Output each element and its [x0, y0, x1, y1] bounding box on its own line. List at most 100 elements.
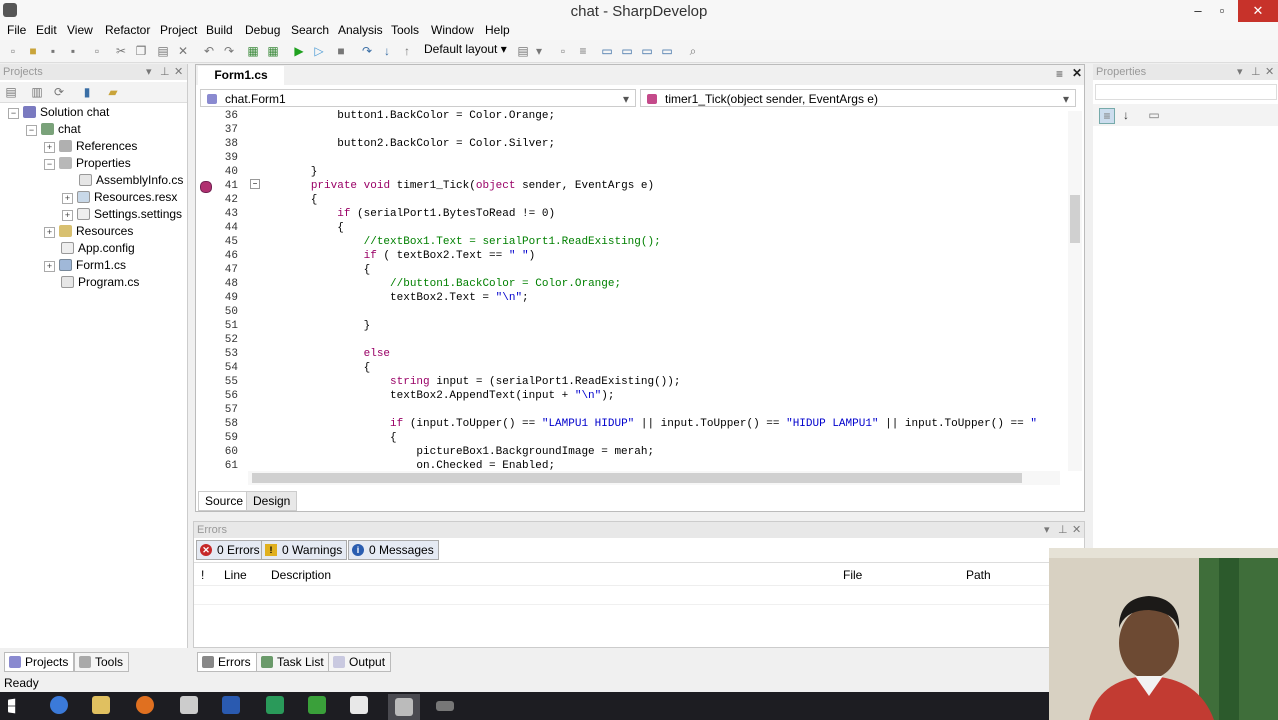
- bookmark-prev-icon[interactable]: ▭: [600, 44, 614, 58]
- tab-design[interactable]: Design: [246, 491, 298, 511]
- tree-item-settings[interactable]: + Settings.settings: [62, 206, 182, 223]
- tab-tools[interactable]: Tools: [74, 652, 130, 672]
- menu-window[interactable]: Window: [431, 23, 474, 37]
- tree-item-appconfig[interactable]: App.config: [61, 240, 135, 257]
- expand-icon[interactable]: +: [62, 193, 73, 204]
- column-header-file[interactable]: File: [843, 568, 862, 582]
- unpin-icon[interactable]: ⊥: [160, 64, 170, 80]
- code-text[interactable]: if ( textBox2.Text == " "): [258, 249, 536, 263]
- code-text[interactable]: {: [258, 193, 318, 207]
- menu-build[interactable]: Build: [206, 23, 233, 37]
- unpin-icon[interactable]: ⊥: [1058, 522, 1068, 538]
- step-over-icon[interactable]: ↷: [360, 44, 374, 58]
- tab-task-list[interactable]: Task List: [256, 652, 330, 672]
- code-text[interactable]: button1.BackColor = Color.Orange;: [258, 109, 555, 123]
- alphabetical-icon[interactable]: ↓: [1119, 108, 1133, 122]
- menu-edit[interactable]: Edit: [36, 23, 57, 37]
- toggle-bookmark-icon[interactable]: ▫: [556, 44, 570, 58]
- properties-icon[interactable]: ▤: [4, 85, 18, 99]
- horizontal-scroll-thumb[interactable]: [252, 473, 1022, 483]
- show-all-files-icon[interactable]: ▮: [80, 85, 94, 99]
- copy-icon[interactable]: ❐: [134, 44, 148, 58]
- messages-filter-button[interactable]: i 0 Messages: [348, 540, 439, 560]
- code-text[interactable]: private void timer1_Tick(object sender, …: [258, 179, 654, 193]
- tree-item-form1[interactable]: + Form1.cs: [44, 257, 126, 274]
- tab-output[interactable]: Output: [328, 652, 392, 672]
- bookmark-list-icon[interactable]: ▭: [660, 44, 674, 58]
- class-combo[interactable]: chat.Form1 ▾: [200, 89, 636, 107]
- close-button[interactable]: ✕: [1238, 0, 1278, 22]
- code-text[interactable]: //button1.BackColor = Color.Orange;: [258, 277, 621, 291]
- tree-item-resources-resx[interactable]: + Resources.resx: [62, 189, 177, 206]
- code-text[interactable]: string input = (serialPort1.ReadExisting…: [258, 375, 680, 389]
- fold-marker-icon[interactable]: −: [250, 179, 260, 189]
- collapse-all-icon[interactable]: ▥: [30, 85, 44, 99]
- unpin-icon[interactable]: ⊥: [1251, 64, 1261, 80]
- tree-item-solution[interactable]: − Solution chat: [8, 104, 109, 121]
- delete-icon[interactable]: ✕: [176, 44, 190, 58]
- format-icon[interactable]: ≡: [576, 44, 590, 58]
- close-icon[interactable]: ✕: [174, 64, 183, 80]
- tab-form1[interactable]: Form1.cs: [198, 66, 284, 85]
- code-text[interactable]: if (serialPort1.BytesToRead != 0): [258, 207, 555, 221]
- undo-icon[interactable]: ↶: [202, 44, 216, 58]
- pin-icon[interactable]: ▾: [1044, 522, 1050, 538]
- categorized-icon[interactable]: ≡: [1099, 108, 1115, 124]
- tab-errors[interactable]: Errors: [197, 652, 257, 672]
- code-text[interactable]: button2.BackColor = Color.Silver;: [258, 137, 555, 151]
- menu-tools[interactable]: Tools: [391, 23, 419, 37]
- errors-filter-button[interactable]: ✕ 0 Errors: [196, 540, 265, 560]
- column-header-path[interactable]: Path: [966, 568, 991, 582]
- code-editor[interactable]: 36 button1.BackColor = Color.Orange; 37 38…: [198, 109, 1068, 473]
- rebuild-icon[interactable]: ▦: [266, 44, 280, 58]
- menu-file[interactable]: File: [7, 23, 26, 37]
- code-text[interactable]: textBox2.Text = "\n";: [258, 291, 529, 305]
- member-combo[interactable]: timer1_Tick(object sender, EventArgs e) …: [640, 89, 1076, 107]
- redo-icon[interactable]: ↷: [222, 44, 236, 58]
- find-icon[interactable]: ⌕: [686, 44, 700, 58]
- vertical-scroll-thumb[interactable]: [1070, 195, 1080, 243]
- run-without-debugger-icon[interactable]: ▷: [312, 44, 326, 58]
- sharpdevelop-taskbar-item[interactable]: [388, 694, 420, 720]
- notepad-icon[interactable]: [180, 696, 198, 714]
- stop-icon[interactable]: ■: [334, 44, 348, 58]
- tab-projects[interactable]: Projects: [4, 652, 75, 672]
- vertical-scrollbar[interactable]: [1068, 111, 1082, 471]
- column-header-line[interactable]: Line: [224, 568, 247, 582]
- code-text[interactable]: }: [258, 165, 318, 179]
- horizontal-scrollbar[interactable]: [248, 471, 1060, 485]
- column-header-description[interactable]: Description: [271, 568, 331, 582]
- windows-start-icon[interactable]: [8, 698, 16, 714]
- tree-item-project[interactable]: − chat: [26, 121, 81, 138]
- code-text[interactable]: if (input.ToUpper() == "LAMPU1 HIDUP" ||…: [258, 417, 1037, 431]
- properties-object-selector[interactable]: [1095, 84, 1277, 100]
- code-text[interactable]: {: [258, 221, 344, 235]
- open-folder-icon[interactable]: ■: [26, 44, 40, 58]
- menu-help[interactable]: Help: [485, 23, 510, 37]
- ie-icon[interactable]: [50, 696, 68, 714]
- word-icon[interactable]: [222, 696, 240, 714]
- menu-search[interactable]: Search: [291, 23, 329, 37]
- code-text[interactable]: {: [258, 361, 371, 375]
- close-tab-icon[interactable]: ✕: [1072, 66, 1082, 80]
- maximize-button[interactable]: ▫: [1207, 0, 1237, 22]
- arduino-icon[interactable]: [308, 696, 326, 714]
- close-icon[interactable]: ✕: [1265, 64, 1274, 80]
- step-into-icon[interactable]: ↓: [380, 44, 394, 58]
- chevron-down-icon[interactable]: ▾: [532, 44, 546, 58]
- tree-item-program[interactable]: Program.cs: [61, 274, 139, 291]
- code-text[interactable]: {: [258, 431, 397, 445]
- bookmark-clear-icon[interactable]: ▭: [640, 44, 654, 58]
- code-text[interactable]: else: [258, 347, 390, 361]
- file-explorer-icon[interactable]: [92, 696, 110, 714]
- layout-options-icon[interactable]: ▤: [516, 44, 530, 58]
- warnings-filter-button[interactable]: ! 0 Warnings: [261, 540, 348, 560]
- code-text[interactable]: //textBox1.Text = serialPort1.ReadExisti…: [258, 235, 661, 249]
- step-out-icon[interactable]: ↑: [400, 44, 414, 58]
- code-text[interactable]: textBox2.AppendText(input + "\n");: [258, 389, 614, 403]
- tab-menu-icon[interactable]: ≡: [1056, 67, 1063, 81]
- tab-source[interactable]: Source: [198, 491, 251, 511]
- expand-icon[interactable]: +: [62, 210, 73, 221]
- tree-item-references[interactable]: + References: [44, 138, 137, 155]
- app-misc-icon[interactable]: [436, 701, 454, 711]
